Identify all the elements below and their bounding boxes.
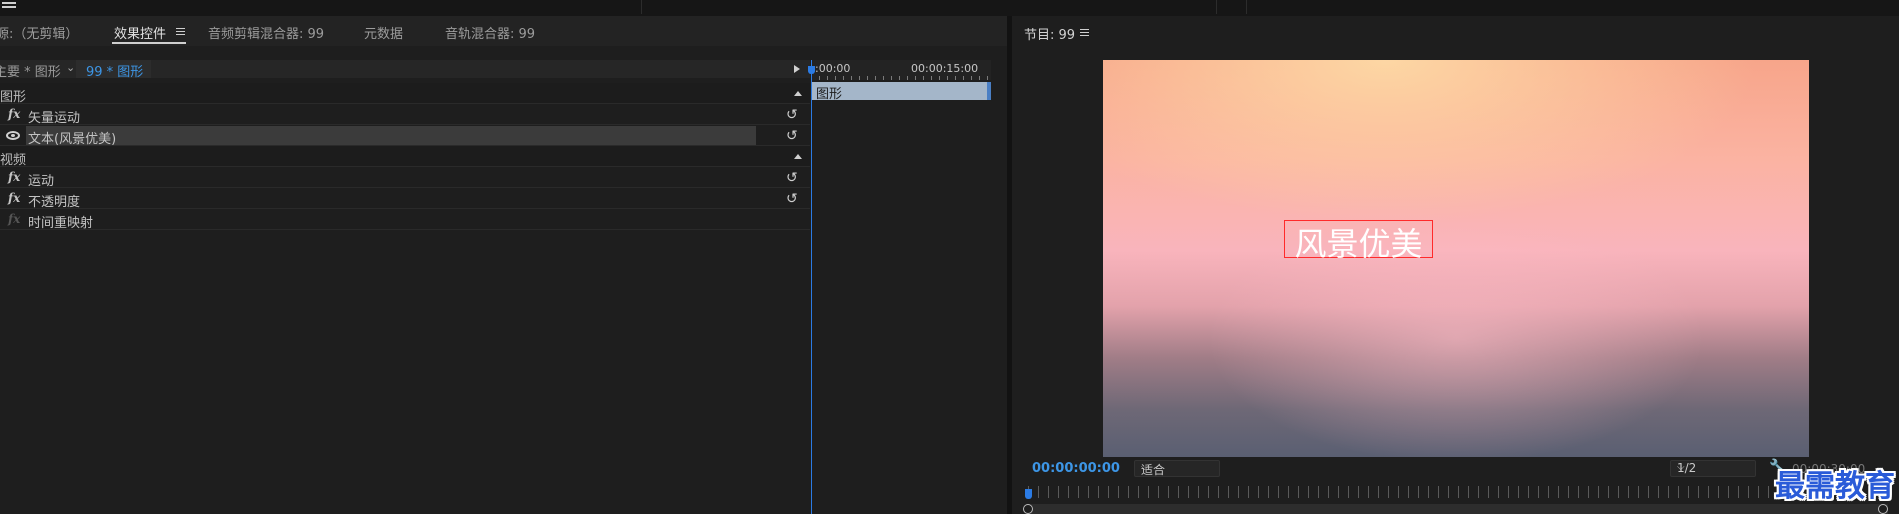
zoom-handle-right[interactable] — [1878, 504, 1888, 514]
collapse-icon[interactable] — [794, 154, 802, 159]
breadcrumb-sequence-label: 99 * 图形 — [86, 65, 144, 80]
breadcrumb-source-clip[interactable]: 主要 * 图形 — [0, 61, 61, 80]
effect-row-vector-motion[interactable]: fx 矢量运动 ↺ — [0, 104, 810, 126]
tab-metadata[interactable]: 元数据 — [364, 23, 403, 42]
selected-row-highlight — [26, 126, 756, 145]
active-tab-underline — [112, 42, 186, 44]
ruler-start-time: :00:00 — [815, 62, 851, 75]
effect-label: 矢量运动 — [28, 111, 81, 126]
section-label: 视频 — [0, 153, 27, 168]
section-label: 图形 — [0, 90, 27, 105]
clip-breadcrumb: 主要 * 图形 ⌄ 99 * 图形 — [0, 60, 810, 80]
zoom-handle-left[interactable] — [1023, 504, 1033, 514]
playhead-timecode[interactable]: 00:00:00:00 — [1032, 461, 1120, 476]
fx-icon: fx — [8, 212, 21, 226]
monitor-playhead[interactable] — [1025, 489, 1032, 499]
chevron-down-icon: ⌵ — [1677, 462, 1685, 473]
effect-label: 文本(风景优美) — [28, 132, 117, 147]
top-strip-segment — [0, 0, 642, 14]
playback-resolution-dropdown[interactable]: 1/2 ⌵ — [1670, 460, 1756, 477]
effect-row-time-remapping[interactable]: fx 时间重映射 — [0, 209, 810, 231]
chevron-down-icon[interactable]: ⌄ — [66, 61, 75, 74]
tab-audio-clip-mixer[interactable]: 音频剪辑混合器: 99 — [208, 23, 324, 42]
breadcrumb-sequence-clip[interactable]: 99 * 图形 — [76, 60, 151, 80]
fx-icon[interactable]: fx — [8, 170, 20, 184]
section-video[interactable]: 视频 — [0, 146, 810, 168]
playhead[interactable] — [808, 60, 815, 514]
reset-icon[interactable]: ↺ — [786, 128, 798, 144]
tab-effect-controls[interactable]: 效果控件 — [114, 23, 166, 42]
zoom-scroll-bar[interactable] — [1028, 504, 1888, 514]
effect-label: 不透明度 — [28, 195, 81, 210]
effect-row-motion[interactable]: fx 运动 ↺ — [0, 167, 810, 189]
program-monitor-title[interactable]: 节目: 99 — [1024, 24, 1075, 43]
program-menu-icon[interactable] — [1080, 29, 1089, 36]
effect-row-opacity[interactable]: fx 不透明度 ↺ — [0, 188, 810, 210]
effect-controls-menu-icon[interactable] — [176, 28, 185, 35]
effect-label: 运动 — [28, 174, 55, 189]
panel-tabs: 源:（无剪辑） 效果控件 音频剪辑混合器: 99 元数据 音轨混合器: 99 — [0, 16, 1007, 46]
clip-label: 图形 — [816, 87, 843, 102]
top-strip-segment — [642, 0, 1217, 14]
top-strip — [0, 0, 1899, 16]
effect-row-text[interactable]: 文本(风景优美) ↺ — [0, 125, 810, 147]
effect-timeline[interactable]: :00:00 00:00:15:00 图形 — [808, 60, 991, 514]
fx-icon[interactable]: fx — [8, 191, 20, 205]
chevron-down-icon: ⌵ — [1141, 462, 1149, 473]
tab-audio-track-mixer[interactable]: 音轨混合器: 99 — [445, 23, 535, 42]
title-text: 风景优美 — [1294, 225, 1423, 263]
eye-icon[interactable] — [6, 131, 20, 140]
graphics-clip-bar[interactable]: 图形 — [811, 82, 991, 102]
watermark-logo: 最需教育 — [1775, 469, 1895, 504]
ruler-ticks — [811, 76, 991, 80]
effect-controls-panel: 源:（无剪辑） 效果控件 音频剪辑混合器: 99 元数据 音轨混合器: 99 主… — [0, 16, 1007, 514]
zoom-level-dropdown[interactable]: 适合 ⌵ — [1134, 460, 1220, 477]
top-strip-segment — [1217, 0, 1247, 14]
tab-source[interactable]: 源:（无剪辑） — [0, 23, 78, 42]
reset-icon[interactable]: ↺ — [786, 107, 798, 123]
program-video-frame[interactable]: 风景优美 — [1103, 60, 1809, 457]
ruler-mid-time: 00:00:15:00 — [911, 62, 979, 75]
monitor-time-ruler[interactable] — [1028, 486, 1888, 498]
effect-label: 时间重映射 — [28, 216, 94, 231]
timeline-ruler[interactable]: :00:00 00:00:15:00 — [811, 60, 991, 80]
fx-icon[interactable]: fx — [8, 107, 20, 121]
section-graphics[interactable]: 图形 — [0, 83, 810, 105]
collapse-icon[interactable] — [794, 91, 802, 96]
reset-icon[interactable]: ↺ — [786, 170, 798, 186]
play-triangle-icon[interactable] — [794, 65, 800, 73]
reset-icon[interactable]: ↺ — [786, 191, 798, 207]
program-monitor: 节目: 99 风景优美 00:00:00:00 适合 ⌵ 1/2 ⌵ 🔧 00:… — [1012, 16, 1899, 514]
title-text-bounding-box[interactable]: 风景优美 — [1284, 220, 1433, 263]
